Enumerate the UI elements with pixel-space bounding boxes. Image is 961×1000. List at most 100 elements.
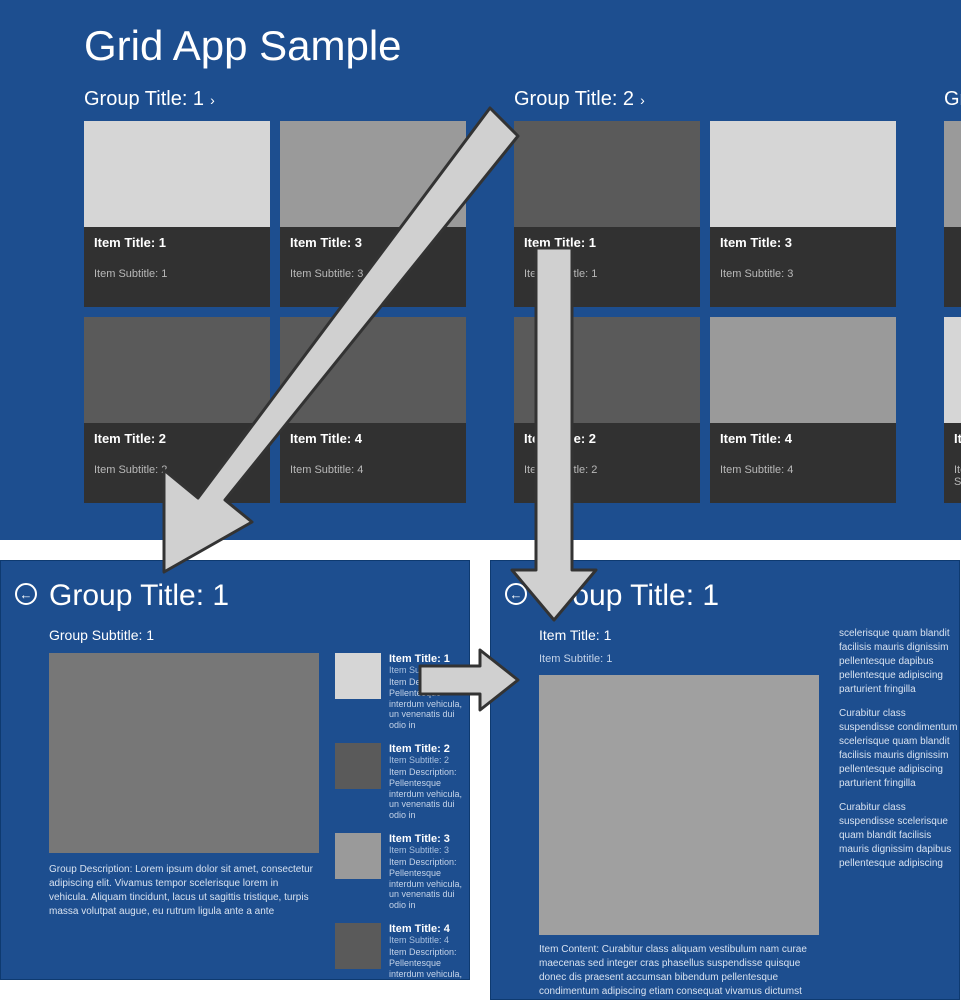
grid-tile[interactable]: Item Title: 2 Item Subtitle: 2 <box>514 317 700 503</box>
tile-title: Item Title: 2 <box>524 431 690 446</box>
list-item-title: Item Title: 1 <box>389 653 469 665</box>
list-item-subtitle: Item Subtitle: 2 <box>389 755 469 765</box>
list-item-title: Item Title: 3 <box>389 833 469 845</box>
tile-overlay: Item Title: 2 Item Subtitle: 2 <box>514 423 700 503</box>
item-detail-page: ← Group Title: 1 Item Title: 1 Item Subt… <box>490 560 960 1000</box>
group-description: Group Description: Lorem ipsum dolor sit… <box>49 863 319 919</box>
tile-title: Item Title: 4 <box>290 431 456 446</box>
list-thumb <box>335 653 381 699</box>
tile-overlay: Item Item S <box>944 423 961 503</box>
item-text-col: scelerisque quam blandit facilisis mauri… <box>839 627 959 1000</box>
list-item-subtitle: Item Subtitle: 1 <box>389 665 469 675</box>
item-detail-group-title: Group Title: 1 <box>539 579 959 613</box>
item-detail-body: Item Title: 1 Item Subtitle: 1 Item Cont… <box>539 627 959 1000</box>
tile-subtitle: Item Subtitle: 1 <box>524 268 690 280</box>
tile-grid: Item Item S <box>944 121 961 503</box>
list-text: Item Title: 4 Item Subtitle: 4 Item Desc… <box>389 923 469 980</box>
list-item-desc: Item Description: Pellentesque interdum … <box>389 767 469 821</box>
group-detail-subtitle: Group Subtitle: 1 <box>49 627 469 643</box>
hub-page: Grid App Sample Group Title: 1 › Item Ti… <box>0 0 961 540</box>
group-2: Group Title: 2 › Item Title: 1 Item Subt… <box>514 88 896 503</box>
tile-subtitle: Item Subtitle: 2 <box>94 464 260 476</box>
tile-title: Item <box>954 431 961 446</box>
tile-swatch <box>944 317 961 423</box>
tile-swatch <box>514 121 700 227</box>
tile-grid: Item Title: 1 Item Subtitle: 1 Item Titl… <box>514 121 896 503</box>
group-detail-title: Group Title: 1 <box>49 579 469 613</box>
tile-subtitle: Item S <box>954 464 961 488</box>
grid-tile[interactable]: Item Item S <box>944 317 961 503</box>
hub-groups: Group Title: 1 › Item Title: 1 Item Subt… <box>84 88 961 503</box>
grid-tile[interactable]: Item Title: 4 Item Subtitle: 4 <box>710 317 896 503</box>
item-paragraph: Curabitur class suspendisse scelerisque … <box>839 801 959 871</box>
tile-swatch <box>514 317 700 423</box>
tile-title: Item Title: 2 <box>94 431 260 446</box>
list-item-desc: Item Description: Pellentesque interdum … <box>389 947 469 980</box>
list-item-subtitle: Item Subtitle: 4 <box>389 935 469 945</box>
tile-subtitle: Item Subtitle: 1 <box>94 268 260 280</box>
list-item-desc: Item Description: Pellentesque interdum … <box>389 677 469 731</box>
group-detail-body: Group Description: Lorem ipsum dolor sit… <box>49 653 469 980</box>
list-item-title: Item Title: 4 <box>389 923 469 935</box>
grid-tile[interactable] <box>944 121 961 307</box>
arrow-left-icon: ← <box>20 587 33 602</box>
item-title: Item Title: 1 <box>539 627 819 643</box>
back-button[interactable]: ← <box>15 583 37 605</box>
list-text: Item Title: 2 Item Subtitle: 2 Item Desc… <box>389 743 469 821</box>
tile-swatch <box>84 121 270 227</box>
grid-tile[interactable]: Item Title: 1 Item Subtitle: 1 <box>84 121 270 307</box>
tile-swatch <box>84 317 270 423</box>
tile-subtitle: Item Subtitle: 3 <box>720 268 886 280</box>
group-header-link[interactable]: Grou <box>944 88 961 111</box>
tile-overlay: Item Title: 1 Item Subtitle: 1 <box>84 227 270 307</box>
item-subtitle: Item Subtitle: 1 <box>539 653 819 665</box>
tile-overlay: Item Title: 2 Item Subtitle: 2 <box>84 423 270 503</box>
item-content: Item Content: Curabitur class aliquam ve… <box>539 943 819 1000</box>
group-header-link[interactable]: Group Title: 1 › <box>84 88 466 111</box>
list-item[interactable]: Item Title: 1 Item Subtitle: 1 Item Desc… <box>335 653 469 731</box>
grid-tile[interactable]: Item Title: 4 Item Subtitle: 4 <box>280 317 466 503</box>
arrow-left-icon: ← <box>510 587 523 602</box>
tile-subtitle: Item Subtitle: 3 <box>290 268 456 280</box>
tile-subtitle: Item Subtitle: 4 <box>720 464 886 476</box>
tile-title: Item Title: 4 <box>720 431 886 446</box>
list-item[interactable]: Item Title: 4 Item Subtitle: 4 Item Desc… <box>335 923 469 980</box>
back-button[interactable]: ← <box>505 583 527 605</box>
group-header-label: Grou <box>944 88 961 111</box>
tile-overlay <box>944 227 961 307</box>
item-paragraph: Curabitur class suspendisse condimentum … <box>839 707 959 791</box>
chevron-right-icon: › <box>640 92 645 108</box>
grid-tile[interactable]: Item Title: 2 Item Subtitle: 2 <box>84 317 270 503</box>
list-item-desc: Item Description: Pellentesque interdum … <box>389 857 469 911</box>
group-1: Group Title: 1 › Item Title: 1 Item Subt… <box>84 88 466 503</box>
tile-overlay: Item Title: 3 Item Subtitle: 3 <box>710 227 896 307</box>
group-header-label: Group Title: 2 <box>514 88 634 111</box>
group-3-partial: Grou Item Item S <box>944 88 961 503</box>
group-header-link[interactable]: Group Title: 2 › <box>514 88 896 111</box>
item-paragraph: scelerisque quam blandit facilisis mauri… <box>839 627 959 697</box>
group-detail-page: ← Group Title: 1 Group Subtitle: 1 Group… <box>0 560 470 980</box>
tile-title: Item Title: 1 <box>94 235 260 250</box>
group-item-list: Item Title: 1 Item Subtitle: 1 Item Desc… <box>335 653 469 980</box>
tile-overlay: Item Title: 3 Item Subtitle: 3 <box>280 227 466 307</box>
item-hero-image <box>539 675 819 935</box>
tile-grid: Item Title: 1 Item Subtitle: 1 Item Titl… <box>84 121 466 503</box>
list-item[interactable]: Item Title: 2 Item Subtitle: 2 Item Desc… <box>335 743 469 821</box>
list-thumb <box>335 923 381 969</box>
app-title: Grid App Sample <box>84 22 961 70</box>
list-thumb <box>335 743 381 789</box>
tile-title: Item Title: 3 <box>720 235 886 250</box>
chevron-right-icon: › <box>210 92 215 108</box>
list-thumb <box>335 833 381 879</box>
tile-title: Item Title: 1 <box>524 235 690 250</box>
group-hero-image <box>49 653 319 853</box>
tile-title: Item Title: 3 <box>290 235 456 250</box>
list-item[interactable]: Item Title: 3 Item Subtitle: 3 Item Desc… <box>335 833 469 911</box>
tile-swatch <box>280 121 466 227</box>
grid-tile[interactable]: Item Title: 3 Item Subtitle: 3 <box>710 121 896 307</box>
list-item-subtitle: Item Subtitle: 3 <box>389 845 469 855</box>
tile-overlay: Item Title: 4 Item Subtitle: 4 <box>710 423 896 503</box>
grid-tile[interactable]: Item Title: 3 Item Subtitle: 3 <box>280 121 466 307</box>
grid-tile[interactable]: Item Title: 1 Item Subtitle: 1 <box>514 121 700 307</box>
tile-swatch <box>280 317 466 423</box>
